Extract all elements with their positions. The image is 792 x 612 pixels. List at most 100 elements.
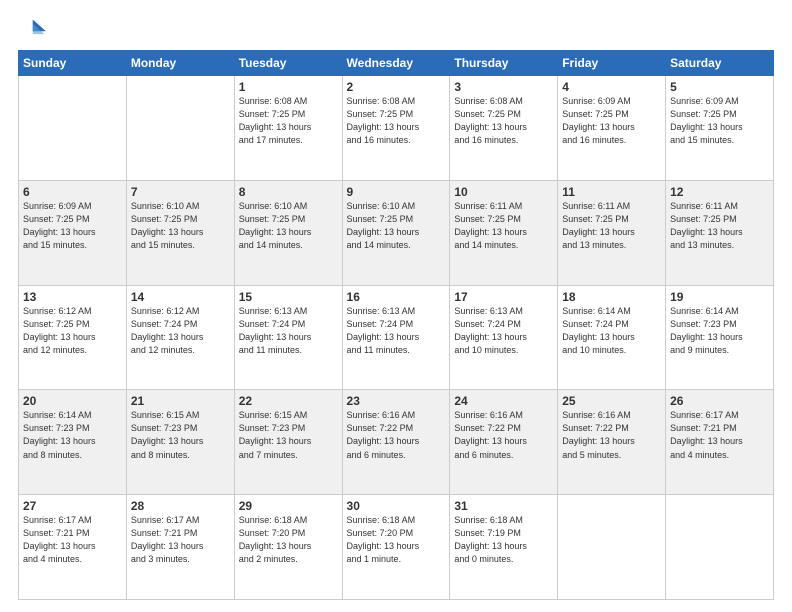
calendar-cell: 31Sunrise: 6:18 AM Sunset: 7:19 PM Dayli… <box>450 495 558 600</box>
calendar-cell: 12Sunrise: 6:11 AM Sunset: 7:25 PM Dayli… <box>666 180 774 285</box>
calendar-cell: 23Sunrise: 6:16 AM Sunset: 7:22 PM Dayli… <box>342 390 450 495</box>
day-number: 15 <box>239 290 338 304</box>
day-number: 9 <box>347 185 446 199</box>
calendar-cell <box>558 495 666 600</box>
weekday-header-monday: Monday <box>126 51 234 76</box>
calendar-cell: 25Sunrise: 6:16 AM Sunset: 7:22 PM Dayli… <box>558 390 666 495</box>
day-info: Sunrise: 6:17 AM Sunset: 7:21 PM Dayligh… <box>23 514 122 566</box>
calendar-cell: 7Sunrise: 6:10 AM Sunset: 7:25 PM Daylig… <box>126 180 234 285</box>
day-number: 13 <box>23 290 122 304</box>
logo-icon <box>18 18 46 40</box>
calendar-cell: 27Sunrise: 6:17 AM Sunset: 7:21 PM Dayli… <box>19 495 127 600</box>
day-info: Sunrise: 6:08 AM Sunset: 7:25 PM Dayligh… <box>347 95 446 147</box>
day-info: Sunrise: 6:14 AM Sunset: 7:23 PM Dayligh… <box>23 409 122 461</box>
calendar-cell: 11Sunrise: 6:11 AM Sunset: 7:25 PM Dayli… <box>558 180 666 285</box>
day-info: Sunrise: 6:13 AM Sunset: 7:24 PM Dayligh… <box>454 305 553 357</box>
calendar-cell: 14Sunrise: 6:12 AM Sunset: 7:24 PM Dayli… <box>126 285 234 390</box>
day-info: Sunrise: 6:18 AM Sunset: 7:20 PM Dayligh… <box>347 514 446 566</box>
calendar-cell: 13Sunrise: 6:12 AM Sunset: 7:25 PM Dayli… <box>19 285 127 390</box>
day-info: Sunrise: 6:09 AM Sunset: 7:25 PM Dayligh… <box>562 95 661 147</box>
day-number: 30 <box>347 499 446 513</box>
day-number: 25 <box>562 394 661 408</box>
day-number: 11 <box>562 185 661 199</box>
day-info: Sunrise: 6:18 AM Sunset: 7:20 PM Dayligh… <box>239 514 338 566</box>
calendar-cell: 20Sunrise: 6:14 AM Sunset: 7:23 PM Dayli… <box>19 390 127 495</box>
day-number: 22 <box>239 394 338 408</box>
calendar-cell: 26Sunrise: 6:17 AM Sunset: 7:21 PM Dayli… <box>666 390 774 495</box>
calendar-cell: 10Sunrise: 6:11 AM Sunset: 7:25 PM Dayli… <box>450 180 558 285</box>
day-number: 23 <box>347 394 446 408</box>
calendar-cell: 1Sunrise: 6:08 AM Sunset: 7:25 PM Daylig… <box>234 76 342 181</box>
day-number: 2 <box>347 80 446 94</box>
calendar-cell: 30Sunrise: 6:18 AM Sunset: 7:20 PM Dayli… <box>342 495 450 600</box>
calendar-cell: 28Sunrise: 6:17 AM Sunset: 7:21 PM Dayli… <box>126 495 234 600</box>
weekday-header-tuesday: Tuesday <box>234 51 342 76</box>
day-info: Sunrise: 6:08 AM Sunset: 7:25 PM Dayligh… <box>454 95 553 147</box>
calendar-cell: 22Sunrise: 6:15 AM Sunset: 7:23 PM Dayli… <box>234 390 342 495</box>
day-number: 17 <box>454 290 553 304</box>
header <box>18 18 774 40</box>
day-number: 8 <box>239 185 338 199</box>
day-number: 14 <box>131 290 230 304</box>
calendar-cell: 8Sunrise: 6:10 AM Sunset: 7:25 PM Daylig… <box>234 180 342 285</box>
calendar-cell <box>19 76 127 181</box>
day-number: 6 <box>23 185 122 199</box>
calendar-cell <box>666 495 774 600</box>
week-row-1: 1Sunrise: 6:08 AM Sunset: 7:25 PM Daylig… <box>19 76 774 181</box>
page: SundayMondayTuesdayWednesdayThursdayFrid… <box>0 0 792 612</box>
day-number: 20 <box>23 394 122 408</box>
calendar-cell: 9Sunrise: 6:10 AM Sunset: 7:25 PM Daylig… <box>342 180 450 285</box>
day-info: Sunrise: 6:14 AM Sunset: 7:23 PM Dayligh… <box>670 305 769 357</box>
calendar-cell: 2Sunrise: 6:08 AM Sunset: 7:25 PM Daylig… <box>342 76 450 181</box>
calendar-cell: 21Sunrise: 6:15 AM Sunset: 7:23 PM Dayli… <box>126 390 234 495</box>
day-info: Sunrise: 6:16 AM Sunset: 7:22 PM Dayligh… <box>347 409 446 461</box>
calendar-cell: 15Sunrise: 6:13 AM Sunset: 7:24 PM Dayli… <box>234 285 342 390</box>
day-number: 24 <box>454 394 553 408</box>
day-info: Sunrise: 6:10 AM Sunset: 7:25 PM Dayligh… <box>239 200 338 252</box>
day-number: 16 <box>347 290 446 304</box>
calendar-cell: 6Sunrise: 6:09 AM Sunset: 7:25 PM Daylig… <box>19 180 127 285</box>
day-number: 21 <box>131 394 230 408</box>
calendar-cell: 16Sunrise: 6:13 AM Sunset: 7:24 PM Dayli… <box>342 285 450 390</box>
day-number: 3 <box>454 80 553 94</box>
day-info: Sunrise: 6:13 AM Sunset: 7:24 PM Dayligh… <box>347 305 446 357</box>
day-number: 29 <box>239 499 338 513</box>
day-info: Sunrise: 6:11 AM Sunset: 7:25 PM Dayligh… <box>562 200 661 252</box>
calendar-cell: 4Sunrise: 6:09 AM Sunset: 7:25 PM Daylig… <box>558 76 666 181</box>
day-info: Sunrise: 6:17 AM Sunset: 7:21 PM Dayligh… <box>670 409 769 461</box>
calendar-cell: 18Sunrise: 6:14 AM Sunset: 7:24 PM Dayli… <box>558 285 666 390</box>
calendar-cell: 3Sunrise: 6:08 AM Sunset: 7:25 PM Daylig… <box>450 76 558 181</box>
weekday-header-row: SundayMondayTuesdayWednesdayThursdayFrid… <box>19 51 774 76</box>
day-number: 7 <box>131 185 230 199</box>
weekday-header-thursday: Thursday <box>450 51 558 76</box>
day-info: Sunrise: 6:16 AM Sunset: 7:22 PM Dayligh… <box>454 409 553 461</box>
day-info: Sunrise: 6:11 AM Sunset: 7:25 PM Dayligh… <box>670 200 769 252</box>
week-row-5: 27Sunrise: 6:17 AM Sunset: 7:21 PM Dayli… <box>19 495 774 600</box>
weekday-header-friday: Friday <box>558 51 666 76</box>
day-number: 1 <box>239 80 338 94</box>
day-info: Sunrise: 6:08 AM Sunset: 7:25 PM Dayligh… <box>239 95 338 147</box>
day-info: Sunrise: 6:12 AM Sunset: 7:25 PM Dayligh… <box>23 305 122 357</box>
day-number: 10 <box>454 185 553 199</box>
day-info: Sunrise: 6:13 AM Sunset: 7:24 PM Dayligh… <box>239 305 338 357</box>
day-number: 26 <box>670 394 769 408</box>
day-info: Sunrise: 6:16 AM Sunset: 7:22 PM Dayligh… <box>562 409 661 461</box>
day-number: 31 <box>454 499 553 513</box>
day-number: 4 <box>562 80 661 94</box>
day-info: Sunrise: 6:10 AM Sunset: 7:25 PM Dayligh… <box>131 200 230 252</box>
day-number: 28 <box>131 499 230 513</box>
day-number: 27 <box>23 499 122 513</box>
day-info: Sunrise: 6:10 AM Sunset: 7:25 PM Dayligh… <box>347 200 446 252</box>
calendar-cell: 5Sunrise: 6:09 AM Sunset: 7:25 PM Daylig… <box>666 76 774 181</box>
day-info: Sunrise: 6:09 AM Sunset: 7:25 PM Dayligh… <box>670 95 769 147</box>
day-info: Sunrise: 6:15 AM Sunset: 7:23 PM Dayligh… <box>239 409 338 461</box>
week-row-4: 20Sunrise: 6:14 AM Sunset: 7:23 PM Dayli… <box>19 390 774 495</box>
weekday-header-saturday: Saturday <box>666 51 774 76</box>
day-number: 18 <box>562 290 661 304</box>
logo <box>18 18 48 40</box>
calendar-cell: 17Sunrise: 6:13 AM Sunset: 7:24 PM Dayli… <box>450 285 558 390</box>
calendar: SundayMondayTuesdayWednesdayThursdayFrid… <box>18 50 774 600</box>
week-row-3: 13Sunrise: 6:12 AM Sunset: 7:25 PM Dayli… <box>19 285 774 390</box>
day-info: Sunrise: 6:12 AM Sunset: 7:24 PM Dayligh… <box>131 305 230 357</box>
day-info: Sunrise: 6:18 AM Sunset: 7:19 PM Dayligh… <box>454 514 553 566</box>
